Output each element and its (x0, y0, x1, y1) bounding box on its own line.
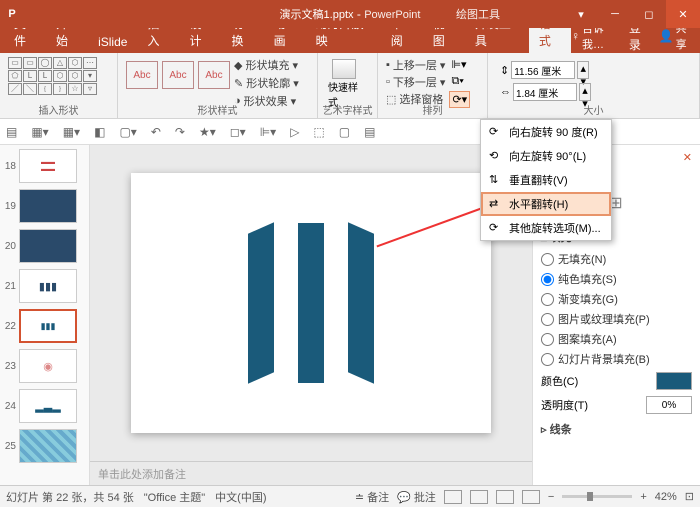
zoom-level[interactable]: 42% (655, 491, 677, 503)
transparency-input[interactable] (646, 396, 692, 414)
contextual-tab-label: 绘图工具 (456, 6, 500, 22)
minimize-button[interactable]: ─ (598, 0, 632, 28)
shape-bar-2[interactable] (298, 223, 324, 383)
qat-extra2-icon[interactable]: ▤ (364, 125, 375, 139)
zoom-in-icon[interactable]: + (640, 491, 646, 503)
flip-horizontal[interactable]: ⇄水平翻转(H) (481, 192, 611, 216)
shape-outline-button[interactable]: ✎ 形状轮廓 ▾ (234, 75, 299, 91)
height-spinner[interactable]: ▴▾ (577, 61, 589, 79)
window-title: 演示文稿1.pptx - PowerPoint (280, 6, 421, 22)
zoom-slider[interactable] (562, 495, 632, 498)
theme-indicator: "Office 主题" (144, 489, 205, 505)
shapes-gallery[interactable]: ▭▭◯△⬡⋯ ⬠LL⬡⬡▾ ／＼﹛﹜☆▿ (6, 55, 111, 97)
group-label-size: 大小 (488, 102, 699, 117)
line-section[interactable]: ▹ 线条 (541, 421, 692, 437)
qat-more-icon[interactable]: ⬚ (313, 125, 324, 139)
picture-fill-radio[interactable]: 图片或纹理填充(P) (541, 309, 692, 329)
pattern-fill-radio[interactable]: 图案填充(A) (541, 329, 692, 349)
thumb-18[interactable]: ▬▬▬▬ (19, 149, 77, 183)
slide-thumbnails[interactable]: 18▬▬▬▬ 19 20 21▮▮▮ 22▮▮▮ 23◉ 24▂▃▂ 25 (0, 145, 90, 485)
width-spinner[interactable]: ▴▾ (579, 83, 591, 101)
notes-toggle[interactable]: ≐ 备注 (355, 489, 389, 505)
transparency-label: 透明度(T) (541, 397, 588, 413)
sorter-view-icon[interactable] (470, 490, 488, 504)
thumb-24[interactable]: ▂▃▂ (19, 389, 77, 423)
bring-forward-button[interactable]: ▪ 上移一层 ▾ (386, 57, 445, 73)
zoom-out-icon[interactable]: − (548, 491, 554, 503)
no-fill-radio[interactable]: 无填充(N) (541, 249, 692, 269)
width-input[interactable] (513, 83, 577, 101)
slidebg-fill-radio[interactable]: 幻灯片背景填充(B) (541, 349, 692, 369)
width-icon: ⇔ (500, 86, 511, 98)
qat-table-icon[interactable]: ▦▾ (63, 125, 80, 139)
reading-view-icon[interactable] (496, 490, 514, 504)
fit-icon[interactable]: ⊡ (685, 490, 694, 503)
qat-preview-icon[interactable]: ▷ (290, 125, 299, 139)
slide-canvas[interactable] (131, 173, 491, 433)
restore-button[interactable]: ◻ (632, 0, 666, 28)
tab-islide[interactable]: iSlide (88, 31, 137, 53)
comments-toggle[interactable]: 💬 批注 (397, 489, 436, 505)
solid-fill-radio[interactable]: 纯色填充(S) (541, 269, 692, 289)
close-button[interactable]: ✕ (666, 0, 700, 28)
group-label-wordart: 艺术字样式 (318, 102, 377, 117)
qat-align-icon[interactable]: ⊫▾ (260, 125, 276, 139)
qat-textbox-icon[interactable]: ▢▾ (119, 125, 136, 139)
color-picker[interactable] (656, 372, 692, 390)
qat-undo-icon[interactable]: ↶ (151, 125, 161, 139)
slide-indicator: 幻灯片 第 22 张，共 54 张 (6, 489, 134, 505)
shape-fill-button[interactable]: ◆ 形状填充 ▾ (234, 57, 299, 73)
qat-paste-icon[interactable]: ▦▾ (31, 125, 48, 139)
group-label-shape-styles: 形状样式 (118, 102, 317, 117)
height-input[interactable] (511, 61, 575, 79)
color-label: 颜色(C) (541, 373, 578, 389)
thumb-23[interactable]: ◉ (19, 349, 77, 383)
qat-save-icon[interactable]: ▤ (6, 125, 17, 139)
thumb-19[interactable] (19, 189, 77, 223)
send-backward-button[interactable]: ▫ 下移一层 ▾ (386, 74, 445, 90)
flip-vertical[interactable]: ⇅垂直翻转(V) (481, 168, 611, 192)
qat-extra1-icon[interactable]: ▢ (339, 125, 350, 139)
ribbon-options-icon[interactable]: ▾ (564, 0, 598, 28)
normal-view-icon[interactable] (444, 490, 462, 504)
notes-placeholder[interactable]: 单击此处添加备注 (90, 461, 532, 485)
slideshow-view-icon[interactable] (522, 490, 540, 504)
rotate-right-90[interactable]: ⟳向右旋转 90 度(R) (481, 120, 611, 144)
group-button[interactable]: ⧉▾ (449, 74, 470, 89)
rotate-left-90[interactable]: ⟲向左旋转 90°(L) (481, 144, 611, 168)
gradient-fill-radio[interactable]: 渐变填充(G) (541, 289, 692, 309)
group-label-arrange: 排列 (378, 102, 487, 117)
shape-bar-3[interactable] (348, 222, 374, 384)
qat-shapes-icon[interactable]: ◻▾ (230, 125, 246, 139)
align-button[interactable]: ⊫▾ (449, 57, 470, 72)
group-label-insert-shapes: 插入形状 (0, 102, 117, 117)
pane-close-icon[interactable]: ✕ (683, 151, 692, 167)
qat-redo-icon[interactable]: ↷ (175, 125, 185, 139)
qat-anim-icon[interactable]: ★▾ (199, 125, 216, 139)
height-icon: ⇕ (500, 64, 509, 77)
shape-bar-1[interactable] (248, 222, 274, 384)
thumb-20[interactable] (19, 229, 77, 263)
thumb-21[interactable]: ▮▮▮ (19, 269, 77, 303)
more-rotation-options[interactable]: ⟳其他旋转选项(M)... (481, 216, 611, 240)
language-indicator[interactable]: 中文(中国) (215, 489, 266, 505)
thumb-25[interactable] (19, 429, 77, 463)
app-icon: P (0, 8, 24, 20)
thumb-22[interactable]: ▮▮▮ (19, 309, 77, 343)
ribbon-tabs: 文件 开始 iSlide 插入 设计 切换 动画 幻灯片放映 审阅 视图 开发工… (0, 28, 700, 53)
rotate-dropdown-menu: ⟳向右旋转 90 度(R) ⟲向左旋转 90°(L) ⇅垂直翻转(V) ⇄水平翻… (480, 119, 612, 241)
qat-chart-icon[interactable]: ◧ (94, 125, 105, 139)
